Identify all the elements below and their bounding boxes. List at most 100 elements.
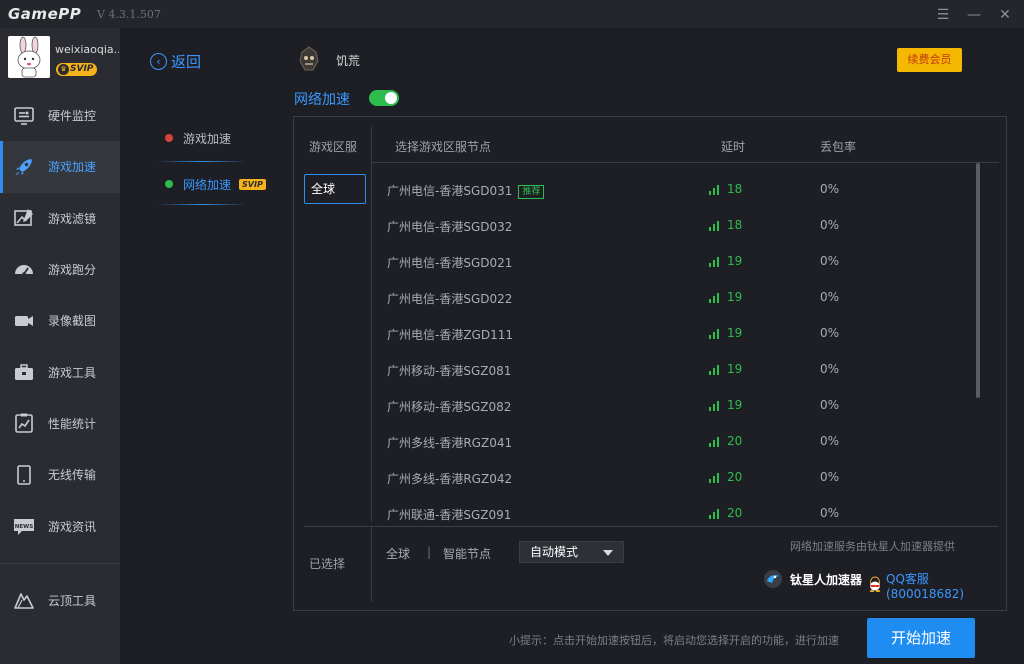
node-name: 广州多线-香港RGZ041 — [387, 436, 513, 450]
minimize-button[interactable]: — — [964, 6, 984, 24]
sidebar-item-hardware[interactable]: 硬件监控 — [0, 90, 120, 141]
latency-value: 18 — [727, 182, 743, 196]
mode-dropdown[interactable]: 自动模式 — [519, 541, 624, 563]
sidebar-item-label: 录像截图 — [48, 314, 97, 329]
loss-value: 0% — [820, 290, 840, 304]
close-button[interactable]: ✕ — [995, 6, 1015, 24]
table-row[interactable]: 广州电信-香港ZGD111 19 0% — [372, 315, 972, 351]
sidebar-item-news[interactable]: NEWS 游戏资讯 — [0, 500, 120, 551]
status-dot-green — [165, 180, 173, 188]
node-list: 广州电信-香港SGD031 推荐 18 0% 广州电信-香港SGD032 18 0… — [372, 163, 972, 525]
crown-icon: ♛ — [58, 64, 69, 75]
sidebar-item-cloud-tools[interactable]: 云顶工具 — [0, 574, 120, 626]
node-name: 广州电信-香港ZGD111 — [387, 328, 513, 342]
start-boost-button[interactable]: 开始加速 — [867, 618, 975, 658]
sidebar-item-filter[interactable]: 游戏滤镜 — [0, 193, 120, 244]
app-logo: GamePP — [8, 5, 82, 23]
selected-label: 已选择 — [309, 557, 346, 571]
header-loss: 丢包率 — [820, 140, 857, 154]
signal-icon — [709, 185, 721, 195]
table-row[interactable]: 广州电信-香港SGD022 19 0% — [372, 279, 972, 315]
app-version: V 4.3.1.507 — [97, 8, 161, 21]
username: weixiaoqia.. — [55, 43, 119, 56]
sidebar-item-label: 游戏滤镜 — [48, 211, 97, 226]
toggle-knob — [385, 92, 397, 104]
latency-value: 18 — [727, 218, 743, 232]
back-button[interactable]: ‹ 返回 — [150, 51, 201, 72]
mountain-icon — [12, 588, 36, 612]
subnav-item-network-boost[interactable]: 网络加速 SVIP — [153, 161, 275, 207]
renew-membership-button[interactable]: 续费会员 — [897, 48, 962, 72]
table-row[interactable]: 广州电信-香港SGD031 推荐 18 0% — [372, 171, 972, 207]
sidebar-item-game-boost[interactable]: 游戏加速 — [0, 141, 120, 193]
sidebar-item-benchmark[interactable]: 游戏跑分 — [0, 244, 120, 295]
svg-text:NEWS: NEWS — [15, 524, 33, 530]
sidebar-item-label: 游戏工具 — [48, 365, 97, 380]
latency-value: 19 — [727, 362, 743, 376]
selection-divider — [304, 526, 998, 527]
signal-icon — [709, 257, 721, 267]
sidebar-item-label: 无线传输 — [48, 468, 97, 483]
sidebar-nav: 硬件监控 游戏加速 游戏滤镜 游戏跑分 录像截图 游戏工具 性能统计 无线传输 … — [0, 90, 120, 552]
provider-brand: 钛星人加速器 — [764, 570, 862, 588]
signal-icon — [709, 329, 721, 339]
node-list-scrollbar[interactable] — [976, 163, 980, 398]
tip-text: 小提示：点击开始加速按钮后，将启动您选择开启的功能，进行加速 — [509, 634, 839, 647]
table-row[interactable]: 广州移动-香港SGZ082 19 0% — [372, 387, 972, 423]
table-row[interactable]: 广州多线-香港RGZ041 20 0% — [372, 423, 972, 459]
sidebar-item-stats[interactable]: 性能统计 — [0, 398, 120, 449]
column-separator — [371, 527, 372, 602]
avatar[interactable] — [8, 36, 50, 78]
menu-icon[interactable]: ☰ — [933, 6, 953, 24]
table-row[interactable]: 广州电信-香港SGD032 18 0% — [372, 207, 972, 243]
selected-region: 全球 — [386, 547, 411, 561]
latency-value: 19 — [727, 254, 743, 268]
sidebar-divider — [0, 563, 120, 564]
node-name: 广州电信-香港SGD021 — [387, 256, 513, 270]
latency-value: 19 — [727, 290, 743, 304]
subnav-item-game-boost[interactable]: 游戏加速 — [153, 115, 275, 161]
qq-support-text: QQ客服(800018682) — [886, 572, 965, 601]
signal-icon — [709, 509, 721, 519]
sidebar-item-label: 游戏资讯 — [48, 519, 97, 534]
svip-badge: ♛ SVIP — [56, 63, 98, 76]
node-name: 广州联通-香港SGZ091 — [387, 508, 512, 522]
latency-value: 20 — [727, 506, 743, 520]
network-boost-title: 网络加速 — [294, 92, 350, 108]
node-name: 广州电信-香港SGD022 — [387, 292, 513, 306]
toolbox-icon — [12, 360, 36, 384]
table-row[interactable]: 广州联通-香港SGZ091 20 0% — [372, 495, 972, 525]
game-name: 饥荒 — [336, 54, 361, 68]
table-row[interactable]: 广州多线-香港RGZ042 20 0% — [372, 459, 972, 495]
region-global-button[interactable]: 全球 — [304, 174, 366, 204]
user-profile[interactable]: weixiaoqia.. ♛ SVIP — [0, 28, 120, 90]
taixingren-logo-icon — [764, 570, 782, 588]
game-icon — [296, 45, 322, 73]
filter-icon — [12, 206, 36, 230]
loss-value: 0% — [820, 326, 840, 340]
node-name: 广州电信-香港SGD031 推荐 — [387, 182, 545, 199]
speedometer-icon — [12, 258, 36, 282]
provider-note: 网络加速服务由钛星人加速器提供 — [790, 540, 955, 553]
sidebar-item-wireless[interactable]: 无线传输 — [0, 449, 120, 500]
latency-value: 19 — [727, 398, 743, 412]
signal-icon — [709, 293, 721, 303]
table-row[interactable]: 广州电信-香港SGD021 19 0% — [372, 243, 972, 279]
chart-clipboard-icon — [12, 411, 36, 435]
signal-icon — [709, 473, 721, 483]
back-label: 返回 — [171, 53, 202, 71]
subnav-label: 游戏加速 — [183, 131, 232, 146]
rocket-icon — [12, 155, 36, 179]
table-row[interactable]: 广州移动-香港SGZ081 19 0% — [372, 351, 972, 387]
loss-value: 0% — [820, 470, 840, 484]
header-latency: 延时 — [721, 140, 746, 154]
network-boost-toggle[interactable] — [369, 90, 399, 106]
loss-value: 0% — [820, 362, 840, 376]
signal-icon — [709, 365, 721, 375]
loss-value: 0% — [820, 398, 840, 412]
sidebar-item-tools[interactable]: 游戏工具 — [0, 346, 120, 397]
qq-support-link[interactable]: QQ客服(800018682) — [868, 570, 1006, 601]
sidebar-item-record[interactable]: 录像截图 — [0, 295, 120, 346]
sidebar: weixiaoqia.. ♛SVIP 硬件监控 游戏加速 游戏滤镜 游戏跑分 — [0, 28, 120, 664]
node-name: 广州电信-香港SGD032 — [387, 220, 513, 234]
